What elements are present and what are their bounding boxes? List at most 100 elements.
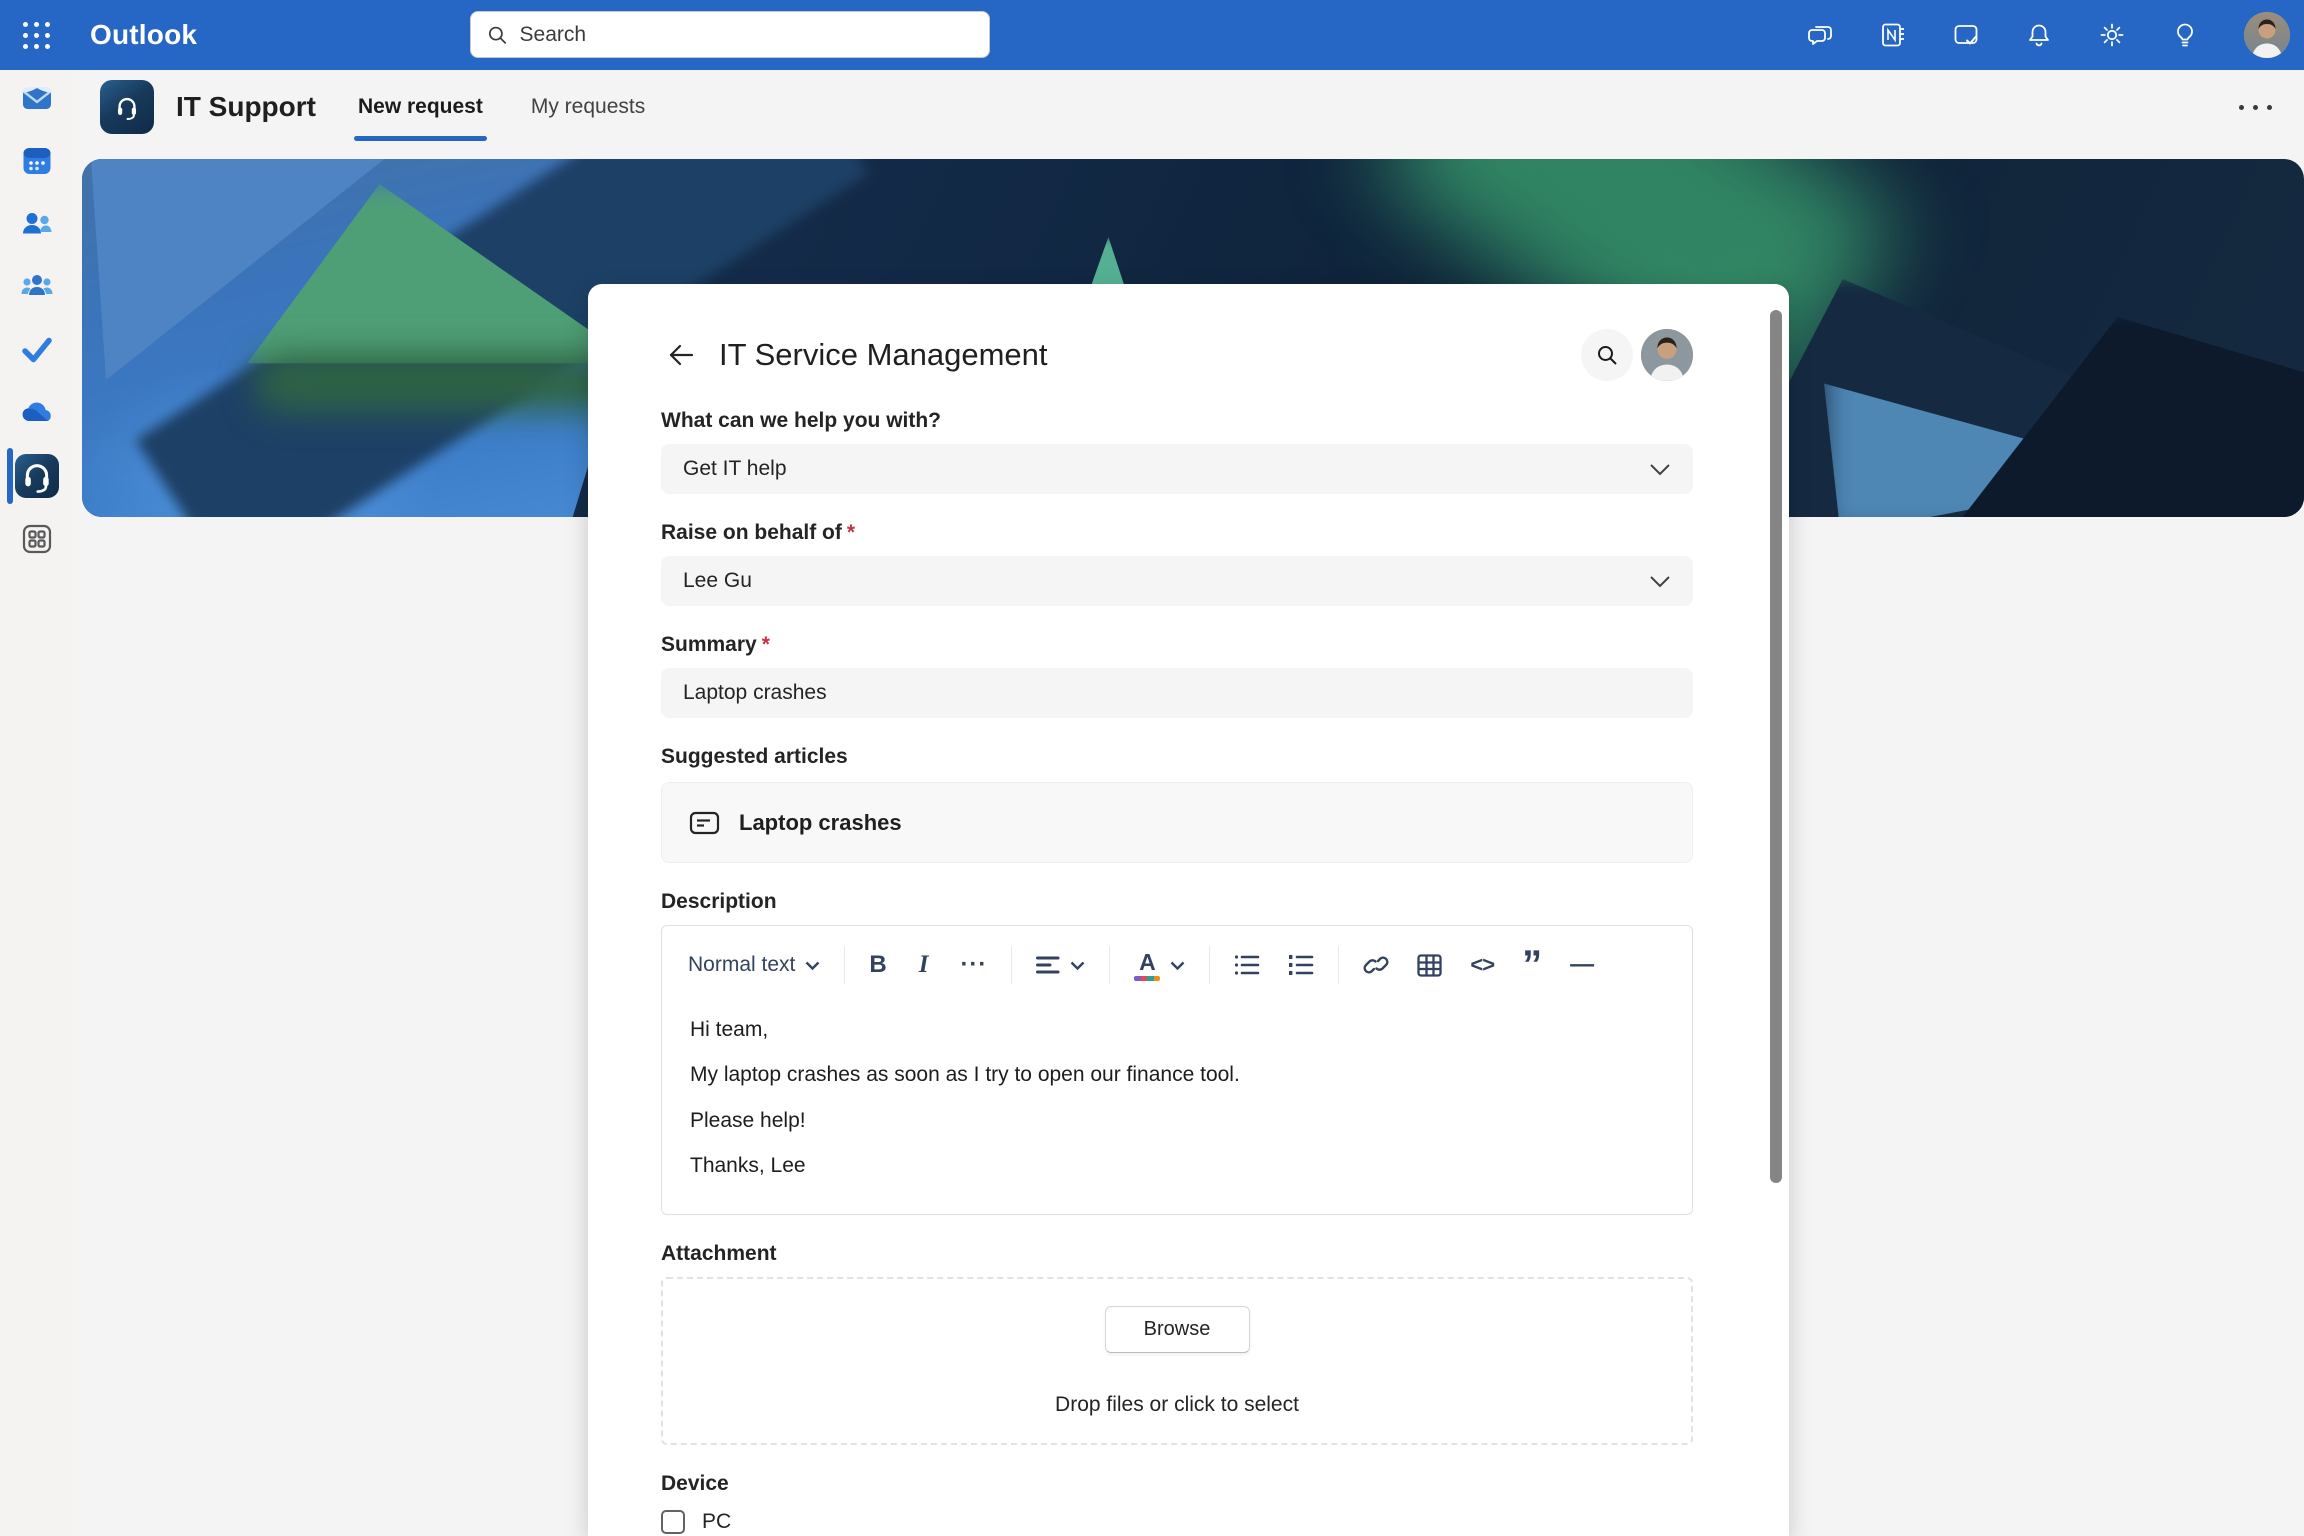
help-with-select[interactable]: Get IT help bbox=[661, 444, 1693, 494]
sidebar-item-onedrive[interactable] bbox=[15, 391, 59, 435]
description-text[interactable]: Hi team, My laptop crashes as soon as I … bbox=[662, 990, 1692, 1180]
bold-button[interactable]: B bbox=[869, 951, 886, 979]
suite-header: Outlook bbox=[0, 0, 2304, 70]
behalf-select[interactable]: Lee Gu bbox=[661, 556, 1693, 606]
article-title: Laptop crashes bbox=[739, 810, 902, 836]
sidebar-item-mail[interactable] bbox=[15, 76, 59, 120]
it-support-headset-icon bbox=[15, 454, 59, 498]
chevron-down-icon bbox=[1649, 463, 1671, 476]
italic-button[interactable]: I bbox=[915, 951, 933, 979]
form-scrollbar[interactable] bbox=[1770, 300, 1782, 1530]
app-rail bbox=[0, 70, 73, 1536]
active-tab-underline bbox=[354, 136, 487, 141]
addin-header: IT Support New request My requests bbox=[73, 70, 2304, 144]
summary-input[interactable] bbox=[661, 668, 1693, 718]
table-button[interactable] bbox=[1417, 954, 1442, 977]
search-icon bbox=[487, 24, 508, 46]
attachment-dropzone[interactable]: Browse Drop files or click to select bbox=[661, 1277, 1693, 1445]
people-icon bbox=[19, 206, 55, 242]
scrollbar-thumb[interactable] bbox=[1770, 310, 1782, 1183]
app-launcher-button[interactable] bbox=[8, 7, 64, 63]
mail-icon bbox=[19, 80, 55, 116]
search-input[interactable] bbox=[520, 23, 973, 47]
brand-title: Outlook bbox=[90, 19, 197, 51]
chevron-down-icon bbox=[805, 961, 820, 970]
tab-new-request[interactable]: New request bbox=[354, 70, 487, 144]
toolbar-divider bbox=[1338, 946, 1339, 984]
active-item-indicator bbox=[7, 448, 13, 504]
waffle-icon bbox=[23, 22, 50, 49]
back-button[interactable] bbox=[661, 335, 701, 375]
suite-header-actions bbox=[1806, 0, 2290, 70]
chevron-down-icon bbox=[1170, 961, 1185, 970]
groups-icon bbox=[19, 269, 55, 305]
link-button[interactable] bbox=[1363, 953, 1389, 977]
alignment-dropdown[interactable] bbox=[1036, 956, 1085, 974]
form-header: IT Service Management bbox=[661, 328, 1693, 382]
divider-button[interactable]: — bbox=[1570, 951, 1594, 979]
bullet-list-button[interactable] bbox=[1234, 954, 1260, 976]
numbered-list-button[interactable] bbox=[1288, 954, 1314, 976]
onedrive-cloud-icon bbox=[18, 394, 56, 432]
addin-title: IT Support bbox=[176, 91, 316, 123]
behalf-value: Lee Gu bbox=[683, 569, 1649, 593]
attachment-label: Attachment bbox=[661, 1242, 1693, 1266]
suggested-article-item[interactable]: Laptop crashes bbox=[661, 782, 1693, 863]
calendar-icon bbox=[19, 143, 55, 179]
rich-text-editor[interactable]: Normal text B I ··· bbox=[661, 925, 1693, 1215]
suggested-articles-label: Suggested articles bbox=[661, 745, 1693, 769]
device-option-pc[interactable]: PC bbox=[661, 1509, 1693, 1535]
behalf-label: Raise on behalf of* bbox=[661, 521, 1693, 545]
sidebar-item-it-support[interactable] bbox=[15, 454, 59, 498]
text-color-dropdown[interactable]: A bbox=[1134, 950, 1185, 981]
chevron-down-icon bbox=[1649, 575, 1671, 588]
drop-hint-text: Drop files or click to select bbox=[1055, 1393, 1299, 1417]
chevron-down-icon bbox=[1070, 961, 1085, 970]
sidebar-item-people[interactable] bbox=[15, 202, 59, 246]
back-arrow-icon bbox=[664, 338, 698, 372]
code-button[interactable]: <> bbox=[1470, 952, 1494, 978]
sidebar-item-calendar[interactable] bbox=[15, 139, 59, 183]
onenote-icon[interactable] bbox=[1879, 21, 1907, 49]
settings-gear-icon[interactable] bbox=[2098, 21, 2126, 49]
form-user-avatar[interactable] bbox=[1641, 329, 1693, 381]
account-avatar[interactable] bbox=[2244, 12, 2290, 58]
feedback-chat-icon[interactable] bbox=[1806, 21, 1834, 49]
form-title: IT Service Management bbox=[719, 337, 1048, 373]
description-paragraph: Thanks, Lee bbox=[690, 1152, 1664, 1180]
toolbar-divider bbox=[1209, 946, 1210, 984]
quote-button[interactable]: ” bbox=[1522, 954, 1542, 976]
summary-label: Summary* bbox=[661, 633, 1693, 657]
description-paragraph: Please help! bbox=[690, 1107, 1664, 1135]
required-asterisk: * bbox=[762, 633, 770, 656]
todo-icon[interactable] bbox=[1952, 21, 1980, 49]
sidebar-item-more-apps[interactable] bbox=[15, 517, 59, 561]
more-options-button[interactable] bbox=[2231, 70, 2280, 144]
text-style-dropdown[interactable]: Normal text bbox=[688, 953, 820, 977]
avatar-photo bbox=[2244, 12, 2290, 58]
text-color-icon: A bbox=[1134, 950, 1160, 981]
more-formatting-button[interactable]: ··· bbox=[960, 951, 987, 979]
align-lines-icon bbox=[1036, 956, 1060, 974]
notifications-bell-icon[interactable] bbox=[2025, 21, 2053, 49]
search-icon bbox=[1595, 343, 1619, 367]
checkbox[interactable] bbox=[661, 1510, 685, 1534]
form-search-button[interactable] bbox=[1581, 329, 1633, 381]
required-asterisk: * bbox=[847, 521, 855, 544]
description-label: Description bbox=[661, 890, 1693, 914]
toolbar-divider bbox=[1011, 946, 1012, 984]
tips-lightbulb-icon[interactable] bbox=[2171, 21, 2199, 49]
description-paragraph: My laptop crashes as soon as I try to op… bbox=[690, 1061, 1664, 1089]
more-apps-grid-icon bbox=[19, 521, 55, 557]
addin-tabs: New request My requests bbox=[354, 70, 689, 144]
headset-glyph bbox=[110, 90, 144, 124]
global-search[interactable] bbox=[470, 11, 990, 58]
sidebar-item-groups[interactable] bbox=[15, 265, 59, 309]
tab-my-requests[interactable]: My requests bbox=[527, 70, 649, 144]
help-with-label: What can we help you with? bbox=[661, 409, 1693, 433]
browse-button[interactable]: Browse bbox=[1105, 1306, 1250, 1353]
article-icon bbox=[689, 809, 720, 837]
sidebar-item-tasks[interactable] bbox=[15, 328, 59, 372]
help-with-value: Get IT help bbox=[683, 457, 1649, 481]
tasks-check-icon bbox=[19, 332, 55, 368]
